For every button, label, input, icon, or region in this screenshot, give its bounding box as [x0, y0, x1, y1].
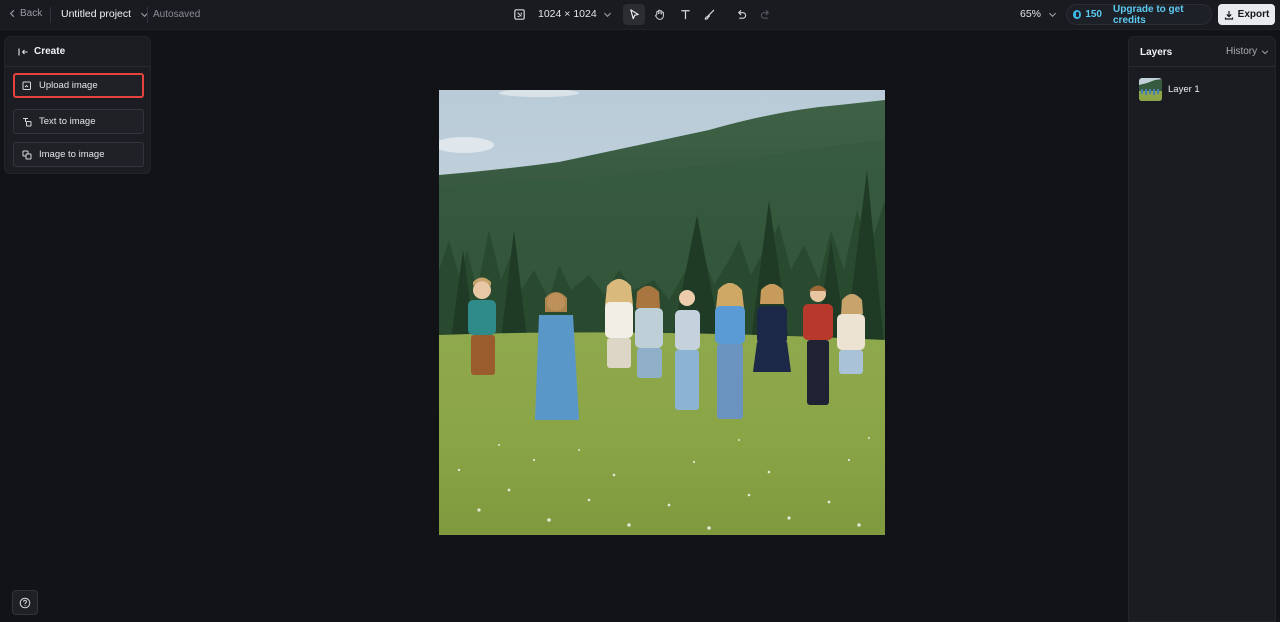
credit-count: 150 — [1085, 9, 1102, 20]
redo-button[interactable] — [754, 4, 776, 25]
zoom-level: 65% — [1020, 8, 1042, 20]
back-button[interactable]: Back — [8, 8, 42, 19]
layers-title: Layers — [1140, 47, 1173, 58]
canvas-size-dropdown[interactable]: 1024 × 1024 — [538, 8, 612, 20]
divider — [5, 66, 150, 67]
text-tool-button[interactable] — [674, 4, 696, 25]
history-dropdown[interactable]: History — [1226, 46, 1269, 57]
history-label: History — [1226, 46, 1258, 57]
project-name: Untitled project — [61, 8, 132, 20]
zoom-dropdown[interactable]: 65% — [1020, 8, 1057, 20]
export-button[interactable]: Export — [1218, 4, 1275, 25]
hand-tool-button[interactable] — [648, 4, 670, 25]
download-icon — [1224, 10, 1233, 20]
top-bar: Back Untitled project Autosaved 1024 × 1… — [0, 0, 1280, 30]
layer-name: Layer 1 — [1168, 84, 1200, 95]
upload-image-button[interactable]: Upload image — [13, 73, 144, 98]
meadow-children-photo — [439, 90, 885, 535]
chevron-down-icon — [1261, 49, 1269, 54]
canvas-size: 1024 × 1024 — [538, 8, 597, 20]
text-to-image-icon — [23, 117, 32, 126]
image-to-image-label: Image to image — [39, 149, 105, 160]
frame-size-icon[interactable] — [512, 7, 527, 22]
hand-icon — [654, 9, 664, 20]
undo-button[interactable] — [730, 4, 752, 25]
chevron-left-icon — [9, 9, 15, 18]
divider — [1129, 66, 1275, 67]
collapse-left-icon — [18, 48, 28, 55]
help-button[interactable] — [12, 590, 38, 615]
canvas-image[interactable] — [439, 90, 885, 535]
image-to-image-icon — [22, 150, 32, 159]
upload-image-label: Upload image — [39, 80, 98, 91]
image-to-image-button[interactable]: Image to image — [13, 142, 144, 167]
create-header[interactable]: Create — [18, 46, 65, 57]
layers-panel: Layers History Layer 1 — [1128, 36, 1276, 622]
divider — [50, 7, 51, 23]
text-to-image-button[interactable]: Text to image — [13, 109, 144, 134]
divider — [147, 7, 148, 23]
project-name-dropdown[interactable]: Untitled project — [61, 8, 149, 20]
help-icon — [19, 597, 31, 608]
select-tool-button[interactable] — [623, 4, 645, 25]
create-title: Create — [34, 46, 66, 57]
chevron-down-icon — [1048, 12, 1057, 17]
text-icon — [680, 10, 690, 20]
layer-item[interactable]: Layer 1 — [1139, 77, 1267, 102]
layer-thumbnail-image — [1139, 78, 1162, 101]
brush-icon — [704, 9, 714, 20]
undo-icon — [737, 10, 746, 19]
export-label: Export — [1237, 9, 1270, 20]
credit-coin-icon — [1073, 10, 1082, 19]
upload-image-icon — [22, 81, 31, 90]
layer-thumbnail — [1139, 78, 1162, 101]
upgrade-credits-link[interactable]: Upgrade to get credits — [1113, 4, 1211, 26]
back-label: Back — [20, 8, 43, 19]
chevron-down-icon — [603, 12, 611, 17]
brush-tool-button[interactable] — [698, 4, 720, 25]
autosave-status: Autosaved — [153, 9, 201, 20]
cursor-arrow-icon — [629, 9, 639, 20]
redo-icon — [760, 10, 769, 19]
text-to-image-label: Text to image — [39, 116, 96, 127]
credits-pill: 150 Upgrade to get credits — [1066, 4, 1212, 26]
create-panel: Create Upload image Text to image Image … — [4, 36, 151, 174]
